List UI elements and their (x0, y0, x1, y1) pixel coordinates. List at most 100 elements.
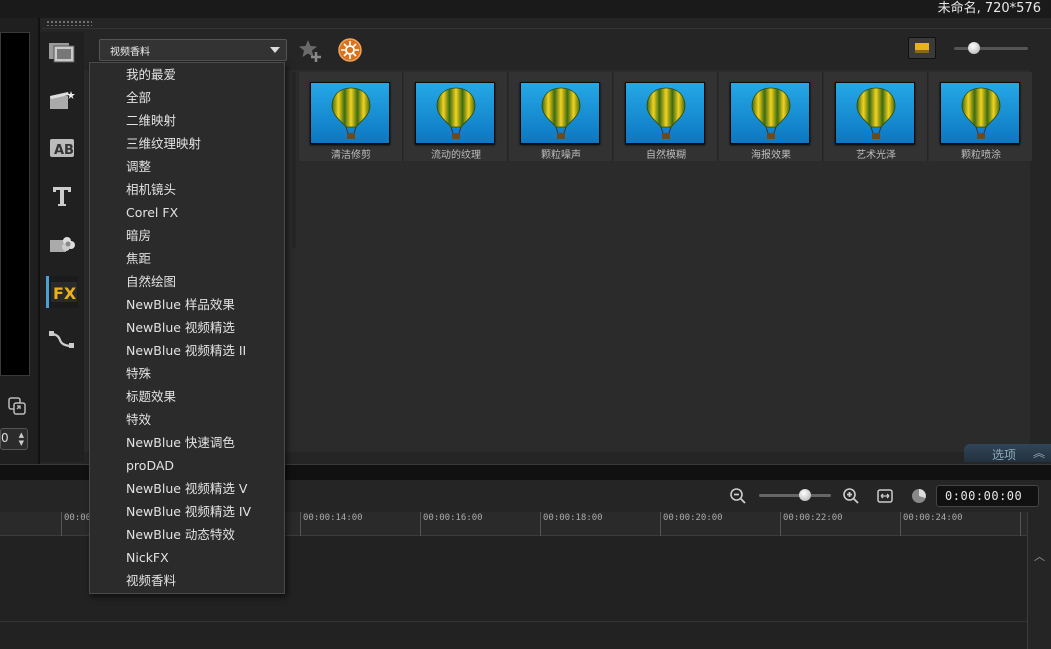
dropdown-item[interactable]: 我的最爱 (126, 64, 284, 86)
dropdown-item[interactable]: 标题效果 (126, 386, 284, 408)
ruler-tick: 00:00:14:00 (300, 512, 363, 536)
ruler-tick-label: 00:00:18:00 (543, 513, 603, 523)
balloon-thumbnail-image (940, 82, 1020, 144)
hot-air-balloon-icon (646, 87, 686, 139)
dropdown-item[interactable]: NewBlue 快速调色 (126, 432, 284, 454)
ruler-tick-label: 00:00:22:00 (783, 513, 843, 523)
dropdown-item[interactable]: 视频香料 (126, 570, 284, 592)
filter-thumbnail[interactable]: 海报效果 (719, 72, 823, 161)
ruler-tick: 00:00:16:00 (420, 512, 483, 536)
thumbnail-size-slider[interactable] (954, 42, 1028, 54)
title-t-icon (53, 187, 71, 206)
filter-label: 流动的纹理 (431, 150, 481, 161)
view-mode-toggle[interactable] (908, 37, 936, 59)
preview-spinner[interactable]: 0 ▲ ▼ (0, 428, 28, 450)
project-duration-button[interactable] (908, 485, 930, 507)
filter-thumbnail[interactable]: 流动的纹理 (404, 72, 508, 161)
timeline-vertical-scrollbar[interactable]: ︿ (1027, 512, 1051, 649)
options-label: 选项 (992, 448, 1017, 462)
ruler-tick: 00:00 (61, 512, 91, 536)
zoom-out-button[interactable] (727, 485, 749, 507)
dropdown-item[interactable]: NickFX (126, 547, 284, 569)
clock-icon (912, 489, 926, 503)
dropdown-item[interactable]: 调整 (126, 156, 284, 178)
filter-category-dropdown: 我的最爱 全部 二维映射 三维纹理映射 调整 相机镜头 Corel FX 暗房 … (89, 62, 285, 594)
dropdown-item[interactable]: 三维纹理映射 (126, 133, 284, 155)
fit-project-button[interactable] (874, 485, 896, 507)
get-more-content-button[interactable] (337, 37, 363, 63)
copy-icon[interactable] (7, 396, 27, 416)
dropdown-item[interactable]: 特殊 (126, 363, 284, 385)
dropdown-item[interactable]: NewBlue 样品效果 (126, 294, 284, 316)
filter-label: 艺术光泽 (856, 150, 896, 161)
motion-path-icon (49, 331, 74, 348)
slider-knob[interactable] (968, 42, 980, 54)
dropdown-item[interactable]: 自然绘图 (126, 271, 284, 293)
preview-screen[interactable] (0, 32, 30, 376)
balloon-thumbnail-image (730, 82, 810, 144)
filter-label: 清洁修剪 (331, 150, 371, 161)
thumbnail-view-icon (915, 43, 929, 53)
dropdown-item[interactable]: NewBlue 视频精选 IV (126, 501, 284, 523)
zoom-out-icon (730, 488, 746, 504)
fit-to-window-icon (877, 489, 893, 503)
dropdown-item[interactable]: proDAD (126, 455, 284, 477)
filter-fx-button[interactable]: FX (46, 276, 78, 308)
dropdown-item[interactable]: NewBlue 动态特效 (126, 524, 284, 546)
grid-column-divider (292, 72, 296, 248)
options-panel-toggle[interactable]: 选项 ︽ (964, 444, 1051, 462)
dropdown-item[interactable]: NewBlue 视频精选 II (126, 340, 284, 362)
slider-knob[interactable] (799, 489, 811, 501)
spinner-arrows-icon[interactable]: ▲ ▼ (19, 431, 24, 447)
timeline-track[interactable] (0, 622, 1027, 649)
dropdown-item[interactable]: Corel FX (126, 202, 284, 224)
balloon-thumbnail-image (625, 82, 705, 144)
timecode-display[interactable]: 0:00:00:00 (936, 485, 1039, 507)
category-select-value: 视频香料 (110, 47, 150, 58)
dropdown-item[interactable]: 暗房 (126, 225, 284, 247)
project-info: 未命名, 720*576 (937, 1, 1041, 16)
title-strip: 未命名, 720*576 (0, 0, 1051, 18)
star-plus-icon (299, 40, 321, 62)
path-motion-button[interactable] (46, 324, 78, 356)
zoom-in-icon (843, 488, 859, 504)
title-button[interactable] (46, 180, 78, 212)
ruler-tick: 00:00:18:00 (540, 512, 603, 536)
filter-thumbnail[interactable]: 艺术光泽 (824, 72, 928, 161)
filter-thumbnail[interactable]: 颗粒喷涂 (929, 72, 1033, 161)
graphic-button[interactable] (46, 228, 78, 260)
filter-thumbnail[interactable]: 颗粒噪声 (509, 72, 613, 161)
double-chevron-up-icon: ︽ (1032, 446, 1045, 460)
ruler-tick: 00:00:20:00 (660, 512, 723, 536)
chevron-up-icon[interactable]: ︿ (1034, 548, 1045, 564)
panel-divider (42, 28, 1051, 29)
hot-air-balloon-icon (856, 87, 896, 139)
dropdown-item[interactable]: 全部 (126, 87, 284, 109)
balloon-thumbnail-image (415, 82, 495, 144)
panel-grip-handle[interactable] (46, 20, 92, 26)
hot-air-balloon-icon (541, 87, 581, 139)
media-library-button[interactable] (46, 36, 78, 68)
balloon-thumbnail-image (835, 82, 915, 144)
ruler-tick-label: 00:00:16:00 (423, 513, 483, 523)
svg-text:AB: AB (54, 143, 74, 158)
dropdown-item[interactable]: NewBlue 视频精选 V (126, 478, 284, 500)
add-to-favorites-button[interactable] (297, 38, 323, 64)
filter-label: 海报效果 (751, 150, 791, 161)
hot-air-balloon-icon (751, 87, 791, 139)
dropdown-item[interactable]: 特效 (126, 409, 284, 431)
dropdown-item[interactable]: 焦距 (126, 248, 284, 270)
zoom-in-button[interactable] (840, 485, 862, 507)
timeline-zoom-slider[interactable] (759, 489, 831, 501)
dropdown-item[interactable]: NewBlue 视频精选 (126, 317, 284, 339)
filter-thumbnail[interactable]: 自然模糊 (614, 72, 718, 161)
filter-thumbnail[interactable]: 清洁修剪 (299, 72, 403, 161)
filter-category-select[interactable]: 视频香料 (99, 39, 287, 61)
dropdown-item[interactable]: 二维映射 (126, 110, 284, 132)
instant-project-button[interactable] (46, 84, 78, 116)
transition-button[interactable]: AB (46, 132, 78, 164)
filter-label: 自然模糊 (646, 150, 686, 161)
dropdown-item[interactable]: 相机镜头 (126, 179, 284, 201)
graphic-flower-icon (50, 237, 75, 252)
ruler-tick-label: 00:00:20:00 (663, 513, 723, 523)
